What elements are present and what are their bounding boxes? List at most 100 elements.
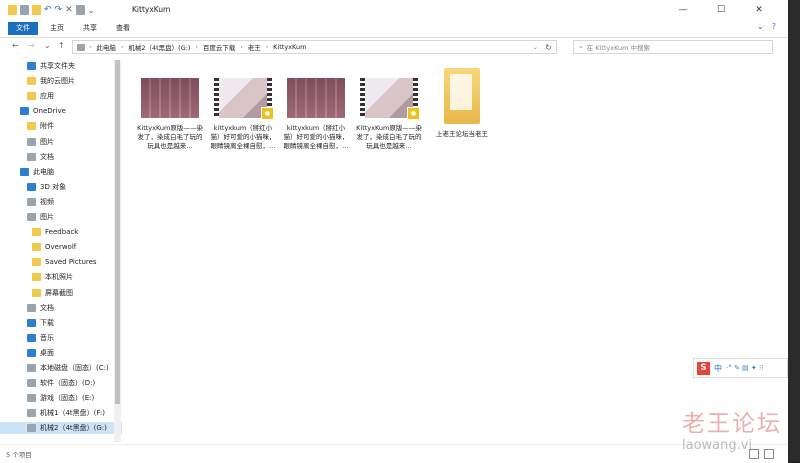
- address-dropdown-icon[interactable]: ⌄: [533, 44, 538, 51]
- folder-icon: [8, 5, 17, 15]
- sidebar-item[interactable]: 附件: [27, 120, 54, 132]
- sidebar-item[interactable]: 图片: [27, 211, 54, 223]
- expand-ribbon-icon[interactable]: ⌄: [757, 22, 764, 31]
- tab-file[interactable]: 文件: [8, 22, 38, 35]
- properties-icon[interactable]: [20, 5, 29, 15]
- back-button[interactable]: ←: [12, 41, 19, 50]
- sidebar-scrollbar[interactable]: [114, 60, 121, 442]
- file-item[interactable]: kittyxkum（掰红小猫）好可爱的小猫咪，眼睛镜离全裸自慰，…: [282, 78, 350, 151]
- recent-locations-button[interactable]: ⌄: [44, 41, 51, 50]
- sidebar-item-label: 共享文件夹: [40, 62, 75, 70]
- sidebar-item[interactable]: 屏幕截图: [32, 287, 73, 299]
- image-thumbnail: [287, 78, 345, 118]
- up-button[interactable]: ↑: [58, 41, 65, 50]
- breadcrumb-item[interactable]: 机械2（4t黑盘）(G:): [128, 42, 190, 52]
- sidebar-item[interactable]: 文档: [27, 151, 54, 163]
- computer-icon: [77, 44, 85, 51]
- drive-icon: [27, 424, 36, 433]
- breadcrumb-item[interactable]: 此电脑: [96, 42, 116, 52]
- sidebar-item-label: 此电脑: [33, 167, 54, 176]
- sidebar-item[interactable]: 本地磁盘（固态）(C:): [27, 362, 109, 374]
- computer-icon: [20, 167, 29, 176]
- sidebar-item[interactable]: 游戏（固态）(E:): [27, 392, 94, 404]
- sidebar-item[interactable]: 我的云图片: [27, 75, 75, 87]
- sidebar-item[interactable]: 机械2（4t黑盘）(G:): [0, 422, 122, 435]
- sidebar-item[interactable]: Feedback: [32, 226, 78, 238]
- delete-icon[interactable]: ✕: [65, 5, 73, 15]
- image-thumbnail: [141, 78, 199, 118]
- sogou-logo-icon: S: [697, 361, 710, 375]
- ime-toolbar[interactable]: S 中 ·° ✎ ▤ ✦ ⁝⁝: [693, 358, 788, 378]
- folder-icon: [27, 77, 36, 86]
- customize-toolbar-icon[interactable]: ⌄: [88, 6, 95, 15]
- watermark-text: 老王论坛: [682, 411, 782, 437]
- sidebar-item[interactable]: 应用: [27, 90, 54, 102]
- sidebar-item[interactable]: 桌面: [27, 347, 54, 359]
- sidebar-item[interactable]: 本机照片: [32, 271, 73, 283]
- ime-extras[interactable]: ·° ✎ ▤ ✦ ⁝⁝: [726, 364, 763, 372]
- sidebar-item[interactable]: 3D 对象: [27, 181, 66, 193]
- player-badge-icon: ●: [261, 107, 274, 120]
- redo-icon[interactable]: ↷: [55, 5, 63, 15]
- large-icons-view-button[interactable]: [764, 449, 774, 459]
- breadcrumb-item[interactable]: 老王: [248, 42, 261, 52]
- sidebar-item[interactable]: 图片: [27, 136, 54, 148]
- forward-button[interactable]: →: [28, 41, 35, 50]
- rename-icon[interactable]: [75, 5, 85, 15]
- file-name: kittyxkum（掰红小猫）好可爱的小猫咪，眼睛镜离全裸自慰，…: [210, 124, 276, 150]
- sidebar-item-label: 视频: [40, 197, 54, 206]
- undo-icon[interactable]: ↶: [44, 5, 52, 15]
- maximize-button[interactable]: ☐: [702, 0, 740, 20]
- background-edge: [788, 0, 800, 462]
- sidebar-item[interactable]: OneDrive: [20, 105, 66, 117]
- sidebar-item[interactable]: 软件（固态）(D:): [27, 377, 95, 389]
- tab-home[interactable]: 主页: [42, 22, 72, 35]
- sidebar-item[interactable]: 文档: [27, 302, 54, 314]
- sidebar-item[interactable]: 音乐: [27, 332, 54, 344]
- sidebar-item[interactable]: 视频: [27, 196, 54, 208]
- sidebar-item-label: 我的云图片: [40, 77, 75, 86]
- sidebar-item[interactable]: 共享文件夹: [27, 60, 75, 72]
- address-bar[interactable]: › 此电脑 › 机械2（4t黑盘）(G:) › 百度云下载 › 老王 › Kit…: [72, 40, 557, 54]
- view-toggles: [749, 449, 774, 459]
- chevron-right-icon: ›: [89, 43, 92, 51]
- close-button[interactable]: ✕: [740, 0, 778, 20]
- folder-item[interactable]: 上老王论坛当老王: [428, 68, 496, 139]
- tab-share[interactable]: 共享: [75, 22, 105, 35]
- sidebar-item[interactable]: 机械1（4t黑盘）(F:): [27, 407, 105, 419]
- sidebar-item[interactable]: 此电脑: [20, 166, 54, 178]
- drive-icon: [27, 394, 36, 403]
- ime-mode[interactable]: 中: [714, 363, 722, 374]
- scrollbar-thumb[interactable]: [115, 60, 120, 404]
- sidebar-item[interactable]: 下载: [27, 317, 54, 329]
- new-folder-icon[interactable]: [32, 5, 41, 15]
- folder-icon: [32, 258, 41, 267]
- drive-icon: [27, 409, 36, 418]
- breadcrumb-item[interactable]: KittyxKum: [273, 43, 306, 51]
- sidebar-item-label: 机械1（4t黑盘）(F:): [40, 409, 105, 418]
- refresh-icon[interactable]: ↻: [545, 43, 552, 52]
- sidebar-item[interactable]: Overwolf: [32, 241, 76, 253]
- window-title: KittyxKum: [132, 5, 171, 14]
- help-icon[interactable]: ?: [772, 22, 776, 31]
- file-item[interactable]: ● KittyxKum原版——染发了，染成白毛了玩的玩具也是越来…: [355, 78, 423, 151]
- sidebar-item[interactable]: Saved Pictures: [32, 256, 97, 268]
- folder-icon: [32, 228, 41, 237]
- sidebar-item-label: Overwolf: [45, 243, 77, 252]
- sidebar-item-label: Saved Pictures: [45, 258, 97, 267]
- file-name: KittyxKum原版——染发了，染成白毛了玩的玩具也是越来…: [356, 124, 422, 150]
- file-item[interactable]: ● kittyxkum（掰红小猫）好可爱的小猫咪，眼睛镜离全裸自慰，…: [209, 78, 277, 151]
- ribbon-right: ⌄ ?: [757, 22, 776, 31]
- desktop-icon: [27, 348, 36, 357]
- breadcrumb-item[interactable]: 百度云下载: [203, 42, 236, 52]
- drive-icon: [27, 364, 36, 372]
- video-icon: [27, 197, 36, 206]
- file-item[interactable]: KittyxKum原版——染发了，染成白毛了玩的玩具也是越来…: [136, 78, 204, 151]
- folder-icon: [32, 243, 41, 252]
- minimize-button[interactable]: —: [664, 0, 702, 20]
- search-box[interactable]: ⌕ 在 KittyxKum 中搜索: [573, 40, 773, 54]
- quick-access-toolbar: ↶ ↷ ✕ ⌄: [8, 4, 94, 16]
- tab-view[interactable]: 查看: [108, 22, 138, 35]
- download-icon: [27, 318, 36, 327]
- sidebar-item-label: 游戏（固态）(E:): [40, 394, 95, 403]
